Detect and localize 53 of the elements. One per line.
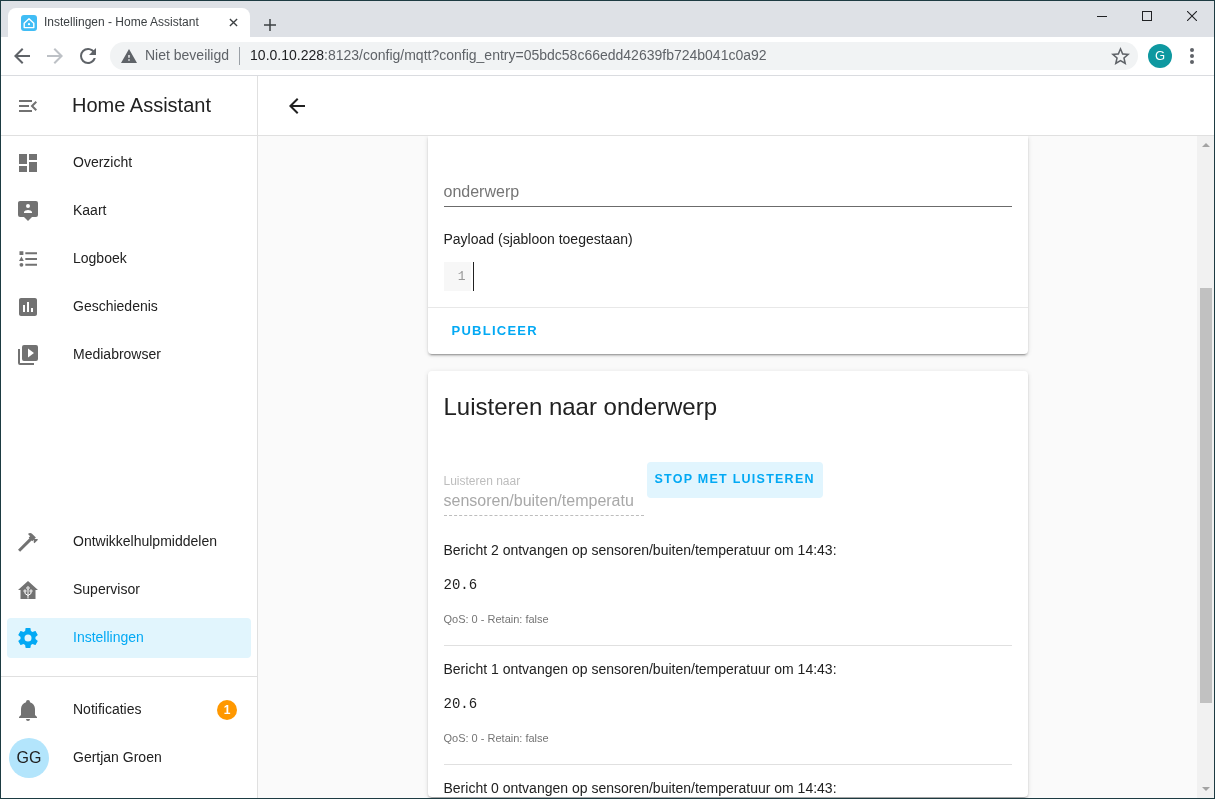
- message-header: Bericht 2 ontvangen op sensoren/buiten/temperatuur om 14:43:: [443, 541, 837, 559]
- url-text: 10.0.10.228:8123/config/mqtt?config_entry=05bdc58c66edd42639fb724b041c0a92: [250, 47, 767, 65]
- payload-label: Payload (sjabloon toegestaan): [443, 230, 633, 249]
- sidebar-item[interactable]: Supervisor: [7, 570, 251, 610]
- dashboard-icon: [19, 154, 37, 172]
- message-meta: QoS: 0 - Retain: false: [443, 731, 549, 746]
- warning-icon: [121, 49, 137, 63]
- house-logo-icon: [21, 14, 37, 31]
- sidebar-item[interactable]: Mediabrowser: [7, 335, 251, 375]
- list-icon: [19, 251, 37, 267]
- message-header: Bericht 0 ontvangen op sensoren/buiten/temperatuur om 14:43:: [443, 779, 837, 797]
- close-icon[interactable]: [1186, 11, 1197, 21]
- address-bar[interactable]: Niet beveiligd 10.0.10.228:8123/config/mqtt?config_entry=05bdc58c66edd42639fb724b041c0a92: [110, 42, 1138, 70]
- field-label: Luisteren naar: [443, 473, 521, 489]
- notifications-item[interactable]: Notificaties 1: [7, 686, 251, 734]
- security-status[interactable]: Niet beveiligd: [145, 47, 230, 65]
- message-header: Bericht 1 ontvangen op sensoren/buiten/temperatuur om 14:43:: [443, 660, 837, 678]
- new-tab-icon[interactable]: [264, 19, 276, 31]
- text-cursor: [472, 262, 474, 291]
- bar-chart-icon: [19, 298, 37, 316]
- bell-icon: [19, 699, 37, 721]
- app-title: Home Assistant: [72, 93, 211, 118]
- more-menu-icon[interactable]: [1190, 48, 1194, 64]
- close-tab-icon[interactable]: [229, 18, 238, 27]
- hammer-icon: [18, 532, 38, 552]
- sidebar-item[interactable]: Geschiedenis: [7, 287, 251, 327]
- minimize-icon[interactable]: [1096, 15, 1107, 17]
- topic-field[interactable]: onderwerp: [443, 170, 1012, 207]
- play-stack-icon: [18, 345, 38, 365]
- house-icon: [18, 581, 38, 599]
- message-payload: 20.6: [443, 576, 478, 595]
- notification-count: 1: [217, 700, 237, 720]
- user-avatar: GG: [9, 738, 49, 778]
- back-icon[interactable]: [14, 48, 30, 64]
- line-number: 1: [443, 262, 471, 291]
- back-icon[interactable]: [289, 97, 305, 114]
- card-title: Luisteren naar onderwerp: [442, 392, 718, 422]
- message-payload: 20.6: [443, 695, 478, 714]
- sidebar-item[interactable]: Kaart: [7, 191, 251, 231]
- menu-icon[interactable]: [19, 99, 37, 112]
- user-item[interactable]: GG Gertjan Groen: [7, 734, 251, 782]
- sidebar-item[interactable]: Ontwikkelhulpmiddelen: [7, 522, 251, 562]
- scrollbar-thumb[interactable]: [1199, 288, 1212, 703]
- sidebar-item[interactable]: Overzicht: [7, 143, 251, 183]
- reload-icon[interactable]: [80, 48, 96, 64]
- settings-icon: [18, 628, 38, 648]
- maximize-icon[interactable]: [1141, 11, 1152, 21]
- person-marker-icon: [18, 201, 38, 221]
- browser-tab[interactable]: Instellingen - Home Assistant: [8, 8, 250, 37]
- scrollbar[interactable]: [1197, 136, 1214, 798]
- bookmark-star-icon[interactable]: [1111, 47, 1130, 65]
- sidebar-item[interactable]: Logboek: [7, 239, 251, 279]
- message-meta: QoS: 0 - Retain: false: [443, 612, 549, 627]
